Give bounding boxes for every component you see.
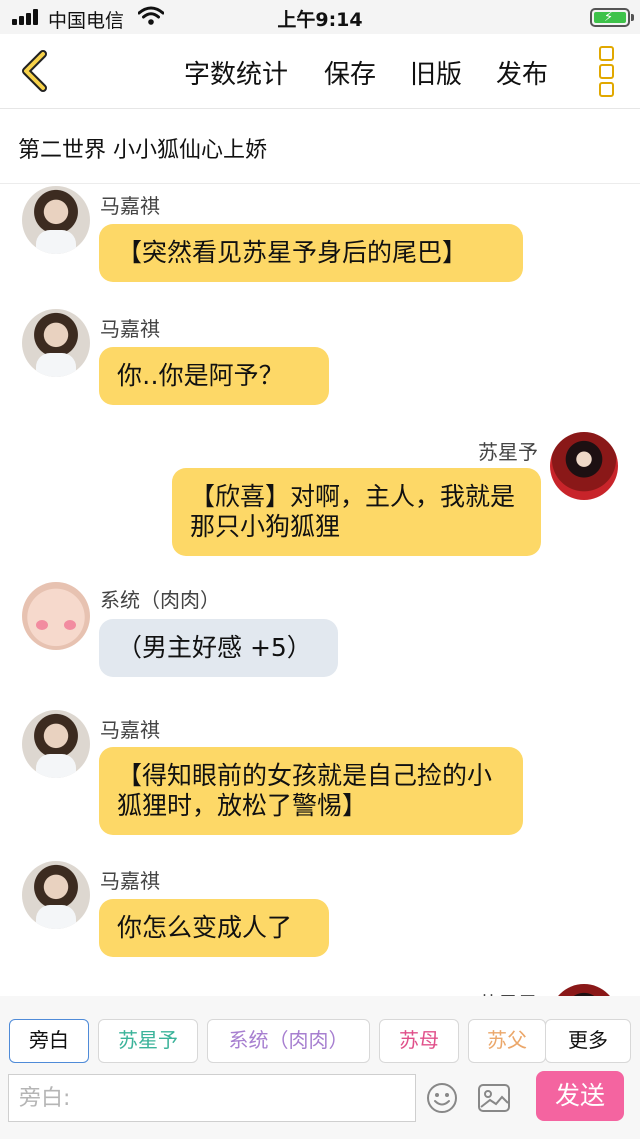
chapter-header: 第二世界 小小狐仙心上娇 — [0, 109, 640, 184]
save-button[interactable]: 保存 — [324, 54, 376, 91]
more-roles-button[interactable]: 更多 — [545, 1019, 631, 1063]
composer: 发送 — [0, 1070, 640, 1139]
chat-message: 马嘉祺 【得知眼前的女孩就是自己捡的小狐狸时，放松了警惕】 — [0, 710, 640, 850]
word-count-button[interactable]: 字数统计 — [184, 54, 288, 91]
more-menu-icon[interactable] — [596, 46, 616, 98]
chat-message: 马嘉祺 【突然看见苏星予身后的尾巴】 — [0, 186, 640, 296]
avatar[interactable] — [550, 984, 618, 996]
publish-button[interactable]: 发布 — [496, 54, 548, 91]
chat-message: 苏星予 【欣喜】对啊，主人，我就是那只小狗狐狸 — [0, 432, 640, 562]
chat-message: 马嘉祺 你‥你是阿予？ — [0, 309, 640, 419]
role-chip-narrator[interactable]: 旁白 — [9, 1019, 89, 1063]
back-icon[interactable] — [14, 48, 54, 94]
sender-name: 苏星予 — [478, 440, 538, 464]
sender-name: 系统（肉肉） — [100, 588, 220, 612]
message-bubble[interactable]: 你怎么变成人了 — [99, 899, 329, 957]
avatar[interactable] — [22, 710, 90, 778]
avatar[interactable] — [22, 582, 90, 650]
avatar[interactable] — [22, 309, 90, 377]
role-chip-su-xingyu[interactable]: 苏星予 — [98, 1019, 198, 1063]
message-bubble[interactable]: 【得知眼前的女孩就是自己捡的小狐狸时，放松了警惕】 — [99, 747, 523, 835]
message-bubble[interactable]: 你‥你是阿予？ — [99, 347, 329, 405]
message-input[interactable] — [8, 1074, 416, 1122]
message-bubble[interactable]: 【突然看见苏星予身后的尾巴】 — [99, 224, 523, 282]
avatar[interactable] — [22, 861, 90, 929]
message-bubble[interactable]: 【欣喜】对啊，主人，我就是那只小狗狐狸 — [172, 468, 541, 556]
chat-message: 系统（肉肉） （男主好感 +5） — [0, 582, 640, 692]
top-nav: 字数统计 保存 旧版 发布 — [0, 34, 640, 109]
clock: 上午9:14 — [277, 9, 363, 31]
status-bar: 中国电信 上午9:14 ⚡ — [0, 0, 640, 34]
avatar[interactable] — [550, 432, 618, 500]
chat-message: 马嘉祺 你怎么变成人了 — [0, 861, 640, 971]
role-selector: 旁白 苏星予 系统（肉肉） 苏母 苏父 更多 — [0, 996, 640, 1070]
sender-name: 苏星予 — [478, 988, 538, 996]
battery-icon: ⚡ — [590, 8, 634, 27]
role-chip-su-mother[interactable]: 苏母 — [379, 1019, 459, 1063]
sender-name: 马嘉祺 — [100, 869, 160, 893]
emoji-icon[interactable] — [426, 1082, 458, 1114]
sender-name: 马嘉祺 — [100, 317, 160, 341]
chapter-title: 第二世界 小小狐仙心上娇 — [18, 138, 267, 163]
sender-name: 马嘉祺 — [100, 718, 160, 742]
chat-list[interactable]: 马嘉祺 【突然看见苏星予身后的尾巴】 马嘉祺 你‥你是阿予？ 苏星予 【欣喜】对… — [0, 184, 640, 996]
old-version-button[interactable]: 旧版 — [410, 54, 462, 91]
sender-name: 马嘉祺 — [100, 194, 160, 218]
role-chip-system[interactable]: 系统（肉肉） — [207, 1019, 370, 1063]
image-icon[interactable] — [477, 1082, 511, 1114]
message-bubble[interactable]: （男主好感 +5） — [99, 619, 338, 677]
send-button[interactable]: 发送 — [536, 1071, 624, 1121]
role-chip-su-father[interactable]: 苏父 — [468, 1019, 546, 1063]
chat-message: 苏星予 — [0, 984, 640, 996]
avatar[interactable] — [22, 186, 90, 254]
